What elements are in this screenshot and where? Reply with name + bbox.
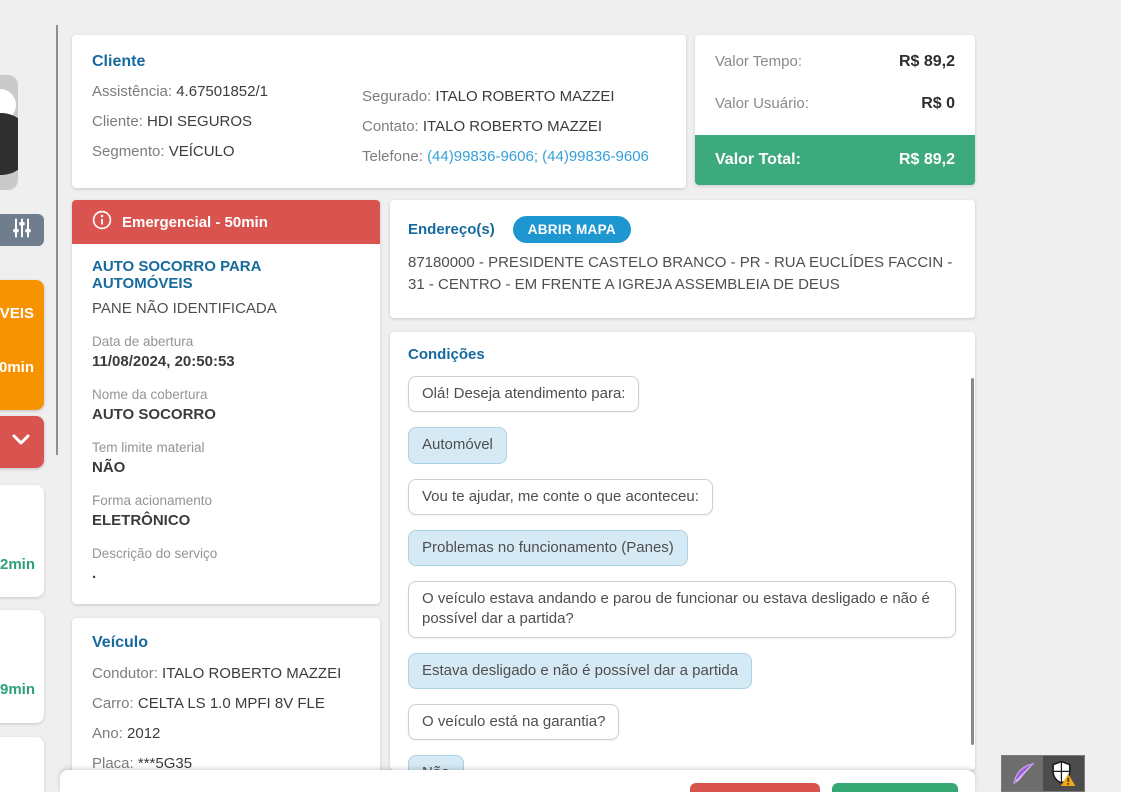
billing-row-usuario: Valor Usuário: R$ 0	[715, 95, 955, 112]
service-field-label: Tem limite material	[92, 440, 205, 455]
vehicle-field-ano: Ano: 2012	[92, 725, 161, 742]
vehicle-card-title: Veículo	[92, 634, 149, 651]
phone-link[interactable]: (44)99836-9606; (44)99836-9606	[427, 148, 649, 165]
emergency-banner: Emergencial - 50min	[72, 200, 380, 244]
address-text: 87180000 - PRESIDENTE CASTELO BRANCO - P…	[408, 254, 953, 293]
vehicle-field-carro: Carro: CELTA LS 1.0 MPFI 8V FLE	[92, 695, 325, 712]
service-field-label: Data de abertura	[92, 334, 194, 349]
extension-overlay	[1001, 755, 1085, 792]
chat-bubble-question: Vou te ajudar, me conte o que aconteceu:	[408, 478, 713, 515]
service-field-value: ELETRÔNICO	[92, 512, 191, 529]
filter-sliders-icon	[11, 217, 33, 244]
shield-warning-icon[interactable]	[1043, 756, 1084, 791]
billing-total-band: Valor Total: R$ 89,2	[695, 135, 975, 185]
service-subtitle: PANE NÃO IDENTIFICADA	[92, 300, 277, 317]
collapse-button[interactable]	[0, 416, 44, 468]
sidebar-service-card-label: OVEIS	[0, 305, 34, 322]
service-title: AUTO SOCORRO PARA AUTOMÓVEIS	[92, 258, 261, 292]
client-card: Cliente Assistência: 4.67501852/1 Client…	[72, 35, 686, 188]
service-field-label: Forma acionamento	[92, 493, 213, 508]
sidebar-service-card-active[interactable]: OVEIS 0min	[0, 280, 44, 410]
client-card-title: Cliente	[92, 53, 146, 70]
assistance-dashboard: OVEIS 0min 2min 9min Cliente Assistência…	[0, 0, 1121, 792]
billing-card: Valor Tempo: R$ 89,2 Valor Usuário: R$ 0…	[695, 35, 975, 185]
service-field-value: .	[92, 565, 97, 582]
chat-scrollbar[interactable]	[971, 378, 974, 745]
chat-bubble-answer: Automóvel	[408, 427, 507, 464]
vehicle-card: Veículo Condutor: ITALO ROBERTO MAZZEI C…	[72, 618, 380, 776]
chat-bubble-answer: Não	[408, 755, 464, 770]
chat-bubble-question: O veículo estava andando e parou de func…	[408, 581, 956, 638]
service-field-value: 11/08/2024, 20:50:53	[92, 353, 235, 370]
billing-row-tempo: Valor Tempo: R$ 89,2	[715, 53, 955, 70]
billing-total-value: R$ 89,2	[898, 151, 955, 168]
service-field-value: AUTO SOCORRO	[92, 406, 216, 423]
emergency-banner-label: Emergencial - 50min	[122, 213, 268, 231]
confirm-action-button[interactable]	[832, 783, 958, 792]
service-field-label: Nome da cobertura	[92, 387, 208, 402]
sidebar-service-card-time: 0min	[0, 359, 34, 376]
billing-total-label: Valor Total:	[715, 151, 801, 168]
client-field-contato: Contato: ITALO ROBERTO MAZZEI	[362, 118, 603, 135]
cancel-action-button[interactable]	[690, 783, 820, 792]
sidebar-time-card[interactable]: 2min	[0, 485, 44, 597]
info-icon	[92, 210, 112, 234]
sidebar-card-fragment[interactable]	[0, 737, 44, 792]
address-card-title: Endereço(s)	[408, 221, 495, 238]
open-map-button[interactable]: ABRIR MAPA	[512, 216, 631, 243]
service-field-value: NÃO	[92, 459, 126, 476]
client-field-telefone: Telefone: (44)99836-9606; (44)99836-9606	[362, 148, 649, 165]
chevron-down-icon	[12, 433, 30, 451]
chat-bubble-question: Olá! Deseja atendimento para:	[408, 376, 640, 413]
chat-bubble-question: O veículo está na garantia?	[408, 703, 620, 740]
address-card: Endereço(s) ABRIR MAPA 87180000 - PRESID…	[390, 200, 975, 318]
client-field-segurado: Segurado: ITALO ROBERTO MAZZEI	[362, 88, 615, 105]
conditions-title: Condições	[408, 346, 485, 363]
vehicle-field-condutor: Condutor: ITALO ROBERTO MAZZEI	[92, 665, 342, 682]
sidebar-avatar-fragment	[0, 75, 18, 190]
chat-bubble-answer: Estava desligado e não é possível dar a …	[408, 652, 753, 689]
action-footer	[60, 770, 975, 792]
conditions-card: Condições Olá! Deseja atendimento para: …	[390, 332, 975, 770]
service-card: Emergencial - 50min AUTO SOCORRO PARA AU…	[72, 200, 380, 604]
sidebar-time-label: 2min	[0, 556, 35, 573]
sidebar-time-label: 9min	[0, 681, 35, 698]
filter-button[interactable]	[0, 214, 44, 246]
client-card-column2: Segurado: ITALO ROBERTO MAZZEI Contato: …	[362, 88, 649, 178]
sidebar-time-card[interactable]: 9min	[0, 610, 44, 723]
feather-icon[interactable]	[1002, 756, 1043, 791]
sidebar-scrollbar[interactable]	[56, 25, 58, 455]
chat-bubble-answer: Problemas no funcionamento (Panes)	[408, 529, 688, 566]
avatar	[0, 113, 18, 175]
service-field-label: Descrição do serviço	[92, 546, 218, 561]
